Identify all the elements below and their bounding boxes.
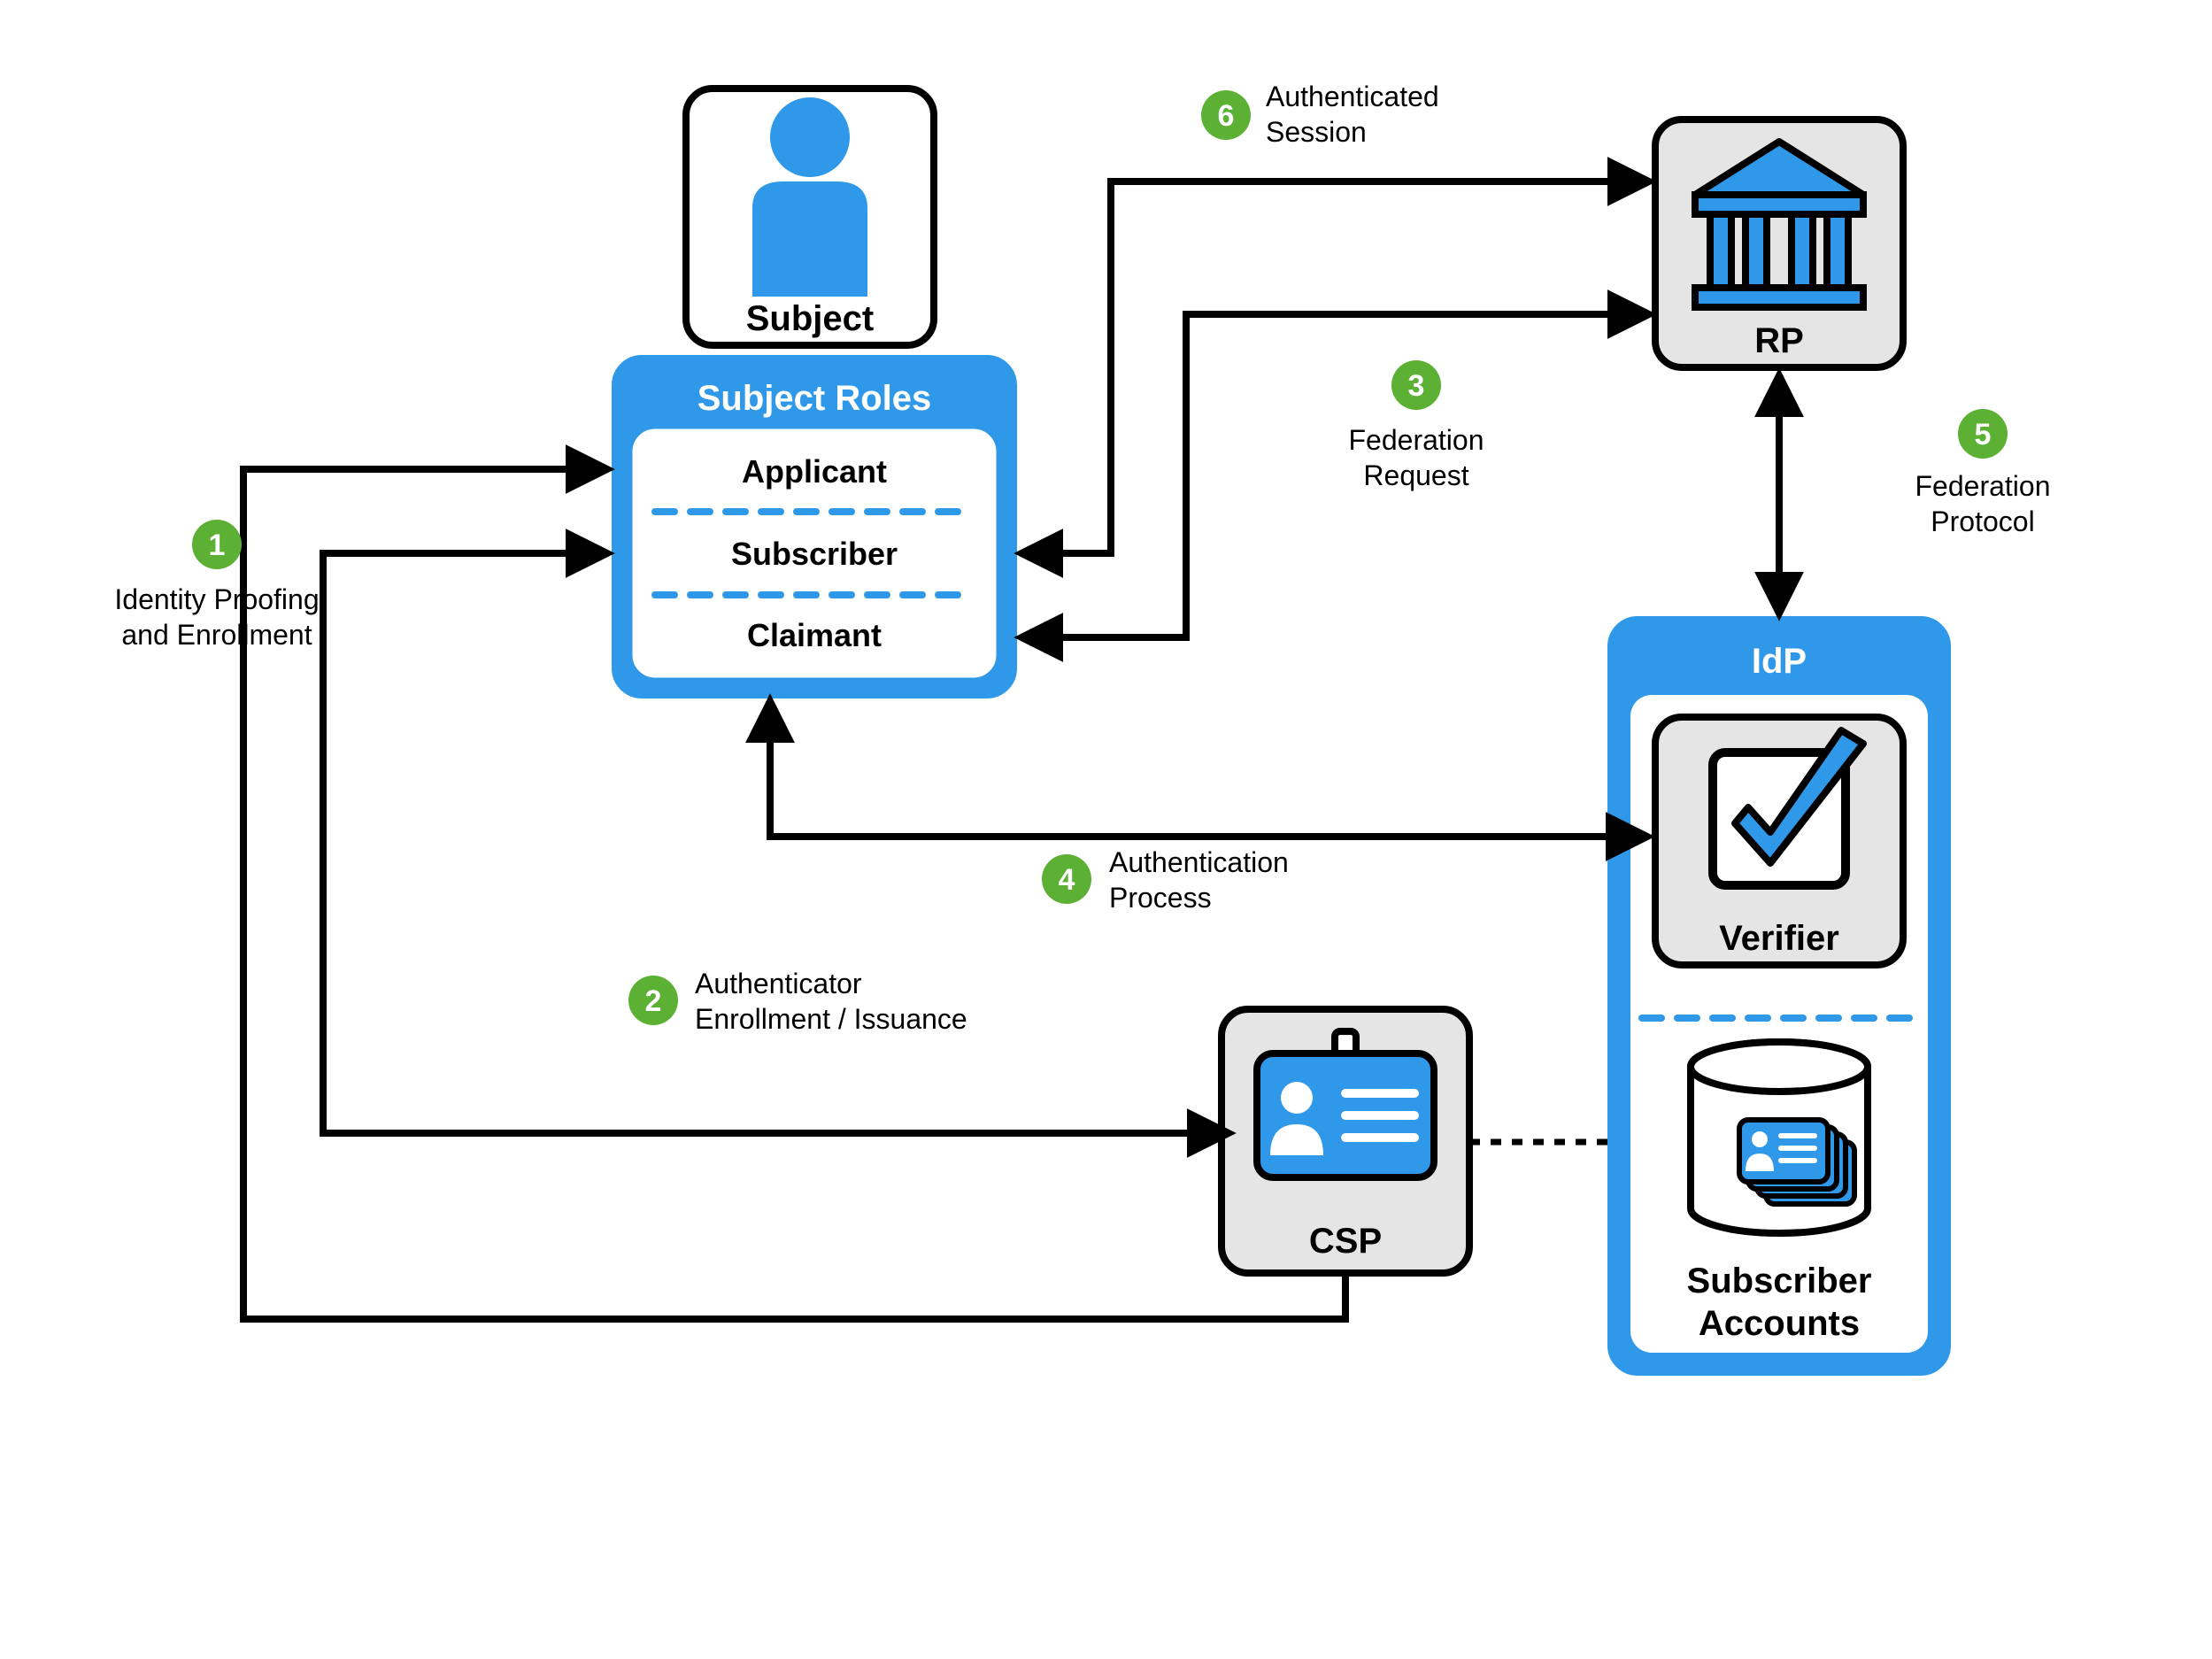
idp-node: IdP Verifier [1611,620,1947,1372]
step-3-line1: Federation [1349,424,1484,456]
subject-roles-node: Subject Roles Applicant Subscriber Claim… [615,359,1014,695]
edge-authenticated-session [1029,181,1642,553]
step-2: 2 Authenticator Enrollment / Issuance [628,968,967,1035]
step-4-line1: Authentication [1109,846,1289,878]
id-card-icon [1257,1031,1434,1177]
step-3-num: 3 [1408,369,1425,403]
step-5-line2: Protocol [1931,505,2034,537]
role-claimant: Claimant [747,617,882,653]
subscriber-accounts-label-2: Accounts [1699,1304,1860,1343]
step-1: 1 Identity Proofing and Enrollment [114,520,319,651]
step-5-num: 5 [1975,418,1992,451]
subscriber-accounts-label-1: Subscriber [1687,1262,1872,1300]
step-6-num: 6 [1218,99,1235,133]
step-1-line1: Identity Proofing [114,583,319,615]
verifier-node: Verifier [1655,717,1903,965]
subscriber-accounts-node: Subscriber Accounts [1687,1042,1872,1343]
subject-label: Subject [746,299,874,338]
step-6: 6 Authenticated Session [1201,81,1439,148]
csp-label: CSP [1309,1222,1382,1261]
step-1-num: 1 [209,529,226,562]
step-1-line2: and Enrollment [121,619,312,651]
diagram-canvas: Subject Subject Roles Applicant Subscrib… [0,0,2212,1659]
edge-authentication-process [770,708,1640,837]
role-applicant: Applicant [742,453,887,490]
edge-federation-request [1029,314,1642,637]
step-2-num: 2 [645,984,662,1018]
step-5-line1: Federation [1915,470,2051,502]
step-4-num: 4 [1059,863,1075,897]
check-icon [1713,730,1863,885]
verifier-label: Verifier [1719,919,1839,958]
rp-label: RP [1754,321,1804,360]
step-6-line2: Session [1266,116,1367,148]
rp-node: RP [1655,120,1903,367]
database-icon [1691,1042,1868,1233]
subject-node: Subject [686,89,934,345]
step-5: 5 Federation Protocol [1915,409,2051,537]
step-4-line2: Process [1109,882,1212,914]
step-3-line2: Request [1363,459,1468,491]
step-4: 4 Authentication Process [1042,846,1289,914]
idp-title: IdP [1752,642,1807,681]
role-subscriber: Subscriber [731,536,898,572]
step-2-line1: Authenticator [695,968,862,999]
csp-node: CSP [1222,1009,1469,1273]
subject-roles-title: Subject Roles [698,379,932,418]
step-2-line2: Enrollment / Issuance [695,1003,967,1035]
step-6-line1: Authenticated [1266,81,1439,112]
step-3: 3 Federation Request [1349,360,1484,491]
